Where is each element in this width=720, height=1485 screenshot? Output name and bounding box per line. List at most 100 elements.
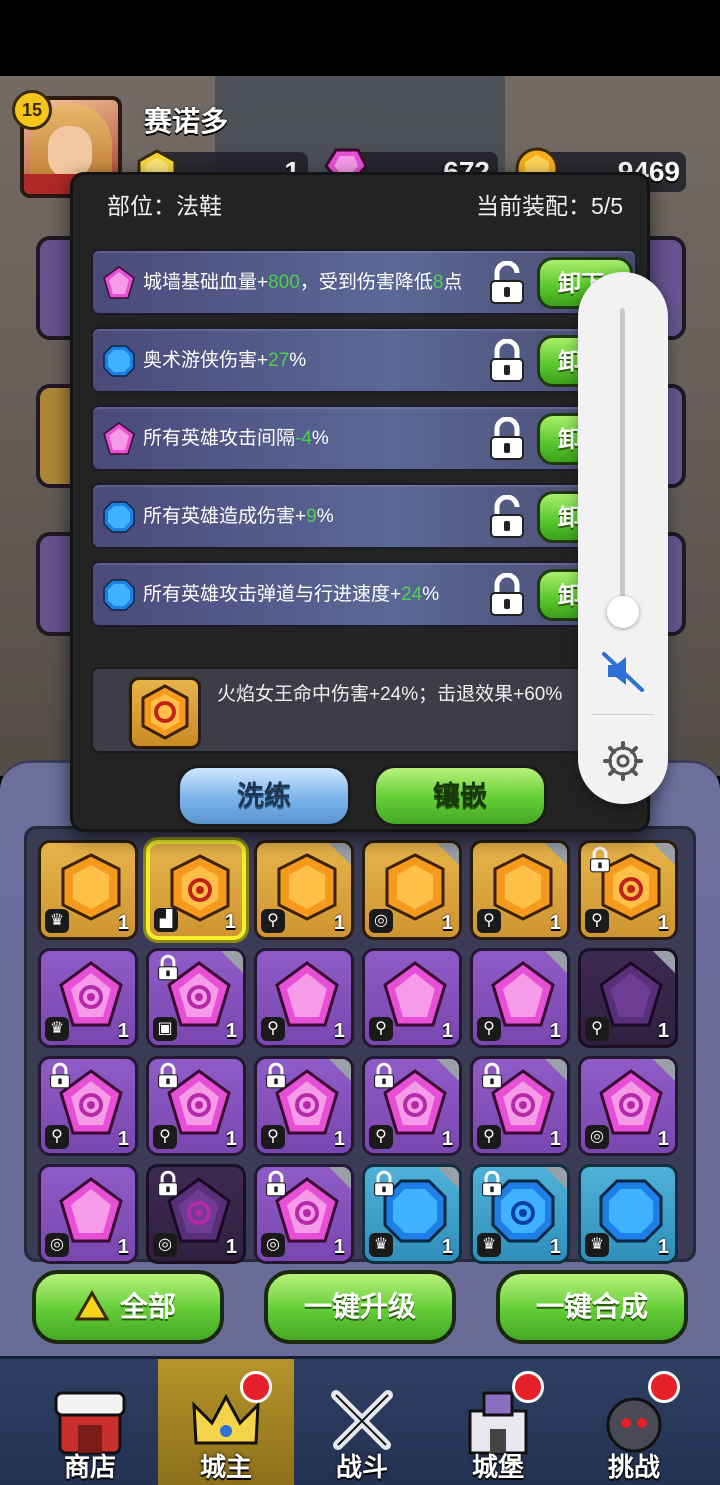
triangle-icon	[74, 1290, 110, 1321]
notification-dot	[240, 1371, 272, 1403]
wash-button[interactable]: 洗练	[177, 765, 351, 827]
gem-count: 1	[441, 912, 453, 934]
ring-slot-icon: ◎	[45, 1233, 69, 1257]
inventory-gem-cell[interactable]: ♛ 1	[38, 840, 138, 940]
inventory-gem-cell[interactable]: ◎ 1	[362, 840, 462, 940]
gear-icon[interactable]	[602, 740, 644, 782]
affix-row: 城墙基础血量+800，受到伤害降低8点 卸下	[91, 249, 637, 315]
lock-icon	[155, 1169, 181, 1199]
inventory-gem-cell[interactable]: ⚲ 1	[470, 948, 570, 1048]
affix-text-part: 奥术游侠伤害+	[143, 349, 269, 371]
volume-slider-track[interactable]	[620, 308, 625, 612]
corner-marker	[437, 1167, 459, 1189]
gem-count: 1	[657, 1020, 669, 1042]
lock-icon[interactable]	[485, 572, 529, 617]
affix-text: 城墙基础血量+800，受到伤害降低8点	[143, 251, 483, 313]
blue-gem-icon	[101, 577, 137, 613]
set-gem-icon	[129, 677, 201, 749]
affix-number: -4	[295, 427, 312, 449]
crown-slot-icon: ♛	[369, 1233, 393, 1257]
nav-item[interactable]: 战斗	[294, 1359, 430, 1485]
gem-count: 1	[441, 1236, 453, 1258]
gem-count: 1	[549, 1128, 561, 1150]
inventory-gem-cell[interactable]: ♛ 1	[38, 948, 138, 1048]
nav-item[interactable]: 城堡	[430, 1359, 566, 1485]
inventory-gem-cell[interactable]: ⚲ 1	[362, 948, 462, 1048]
filter-all-label: 全部	[119, 1291, 176, 1322]
wand-slot-icon: ⚲	[369, 1125, 393, 1149]
nav-item[interactable]: 城主	[158, 1359, 294, 1485]
affix-number2: 8	[432, 271, 444, 293]
inventory-gem-cell[interactable]: ⚲ 1	[578, 948, 678, 1048]
affix-text-part2: %	[311, 427, 329, 449]
gem-count: 1	[333, 1020, 345, 1042]
inventory-gem-cell[interactable]: ♛ 1	[362, 1164, 462, 1264]
inventory-gem-cell[interactable]: ⚲ 1	[470, 840, 570, 940]
inlay-button[interactable]: 镶嵌	[373, 765, 547, 827]
inventory-gem-cell[interactable]: ▣ 1	[146, 948, 246, 1048]
inventory-gem-cell[interactable]: ⚲ 1	[362, 1056, 462, 1156]
volume-muted-icon[interactable]	[600, 648, 646, 694]
affix-number: 800	[268, 271, 300, 293]
inventory-gem-cell[interactable]: ⚲ 1	[254, 1056, 354, 1156]
unlock-icon[interactable]	[485, 494, 529, 539]
inventory-gem-cell[interactable]: ⚲ 1	[146, 1056, 246, 1156]
status-bar	[0, 0, 720, 76]
affix-row: 奥术游侠伤害+27% 卸下	[91, 327, 637, 393]
inventory-gem-cell[interactable]: ⚲ 1	[254, 948, 354, 1048]
gem-count: 1	[549, 1236, 561, 1258]
affix-text-part: 所有英雄造成伤害+	[143, 505, 307, 527]
lock-icon	[155, 1061, 181, 1091]
inventory-gem-cell[interactable]: ▟ 1	[146, 840, 246, 940]
gem-count: 1	[657, 912, 669, 934]
filter-all-button[interactable]: 全部	[32, 1270, 224, 1344]
lock-icon	[263, 1061, 289, 1091]
volume-slider-knob[interactable]	[607, 596, 639, 628]
crown-slot-icon: ♛	[45, 909, 69, 933]
armor-slot-icon: ▣	[153, 1017, 177, 1041]
lock-icon[interactable]	[485, 416, 529, 461]
affix-number: 24	[401, 583, 423, 605]
nav-item[interactable]: 挑战	[566, 1359, 702, 1485]
nav-label: 城主	[199, 1452, 252, 1482]
inventory-gem-cell[interactable]: ◎ 1	[578, 1056, 678, 1156]
inventory-gem-cell[interactable]: ⚲ 1	[254, 840, 354, 940]
inventory-gem-cell[interactable]: ◎ 1	[254, 1164, 354, 1264]
lock-icon[interactable]	[485, 338, 529, 383]
gem-count: 1	[657, 1236, 669, 1258]
inventory-gem-cell[interactable]: ◎ 1	[146, 1164, 246, 1264]
staff-slot-icon: ⚲	[585, 909, 609, 933]
wand-slot-icon: ⚲	[477, 1017, 501, 1041]
inventory-gem-cell[interactable]: ⚲ 1	[578, 840, 678, 940]
gem-count: 1	[117, 912, 129, 934]
corner-marker	[329, 1167, 351, 1189]
inventory-gem-cell[interactable]: ◎ 1	[38, 1164, 138, 1264]
affix-text: 所有英雄造成伤害+9%	[143, 485, 483, 547]
lock-icon	[371, 1061, 397, 1091]
gem-slot-modal: 部位：法鞋 当前装配：5/5 城墙基础血量+800，受到伤害降低8点 卸下 奥术…	[70, 172, 650, 832]
wand-slot-icon: ⚲	[261, 1017, 285, 1041]
player-name: 赛诺多	[144, 106, 229, 137]
gem-count: 1	[117, 1128, 129, 1150]
affix-row: 所有英雄造成伤害+9% 卸下	[91, 483, 637, 549]
inventory-gem-cell[interactable]: ♛ 1	[578, 1164, 678, 1264]
one-click-combine-button[interactable]: 一键合成	[496, 1270, 688, 1344]
game-screen: 15 赛诺多 1 672 9469 ♛ 1	[0, 0, 720, 1485]
unlock-icon[interactable]	[485, 260, 529, 305]
gem-count: 1	[441, 1020, 453, 1042]
inventory-gem-cell[interactable]: ⚲ 1	[38, 1056, 138, 1156]
affix-text-part: 城墙基础血量+	[143, 271, 269, 293]
lock-icon	[371, 1169, 397, 1199]
inventory-gem-cell[interactable]: ⚲ 1	[470, 1056, 570, 1156]
modal-header: 部位：法鞋 当前装配：5/5	[73, 175, 647, 231]
corner-marker	[329, 843, 351, 865]
nav-item[interactable]: 商店	[22, 1359, 158, 1485]
nav-label: 商店	[63, 1452, 116, 1482]
blue-gem-icon	[101, 343, 137, 379]
inventory-gem-cell[interactable]: ♛ 1	[470, 1164, 570, 1264]
nav-label: 城堡	[471, 1452, 524, 1482]
lock-icon	[587, 845, 613, 875]
affix-text-part2: %	[316, 505, 334, 527]
gem-count: 1	[333, 1236, 345, 1258]
one-click-upgrade-button[interactable]: 一键升级	[264, 1270, 456, 1344]
